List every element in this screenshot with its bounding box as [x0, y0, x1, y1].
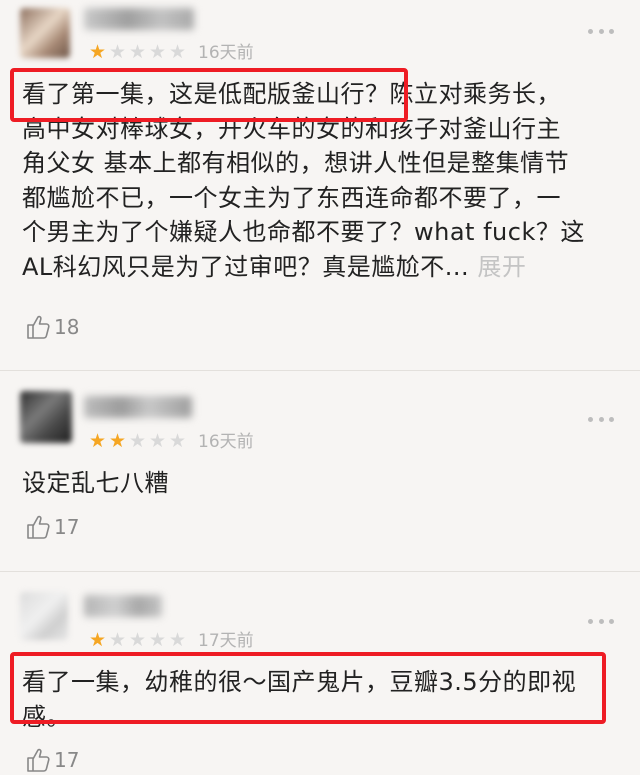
review-text-line: 设定乱七八糟: [22, 469, 169, 497]
star-empty-icon: ★: [168, 430, 187, 452]
star-filled-icon: ★: [88, 629, 107, 651]
review-card: ★ ★ ★ ★ ★ 16天前 设定乱七八糟 17: [0, 371, 640, 571]
username-blurred[interactable]: [84, 396, 192, 418]
star-rating: ★ ★ ★ ★ ★: [88, 630, 187, 650]
review-card: ★ ★ ★ ★ ★ 16天前 看了第一集，这是低配版釜山行？陈立对乘务长， 高中女对棒球…: [0, 0, 640, 370]
like-count: 17: [54, 748, 80, 772]
review-time: 17天前: [198, 631, 254, 651]
highlight-box: [10, 68, 408, 122]
thumbs-up-icon: [27, 515, 50, 539]
username-blurred[interactable]: [84, 595, 162, 617]
star-empty-icon: ★: [128, 41, 147, 63]
more-dots-icon[interactable]: [588, 26, 614, 36]
review-time: 16天前: [198, 43, 254, 63]
expand-link[interactable]: 展开: [477, 253, 526, 281]
like-count: 17: [54, 515, 80, 539]
star-empty-icon: ★: [148, 629, 167, 651]
star-empty-icon: ★: [168, 629, 187, 651]
star-rating: ★ ★ ★ ★ ★: [88, 42, 187, 62]
star-empty-icon: ★: [128, 629, 147, 651]
review-text-line: 角父女 基本上都有相似的，想讲人性但是整集情节: [22, 149, 570, 177]
star-filled-icon: ★: [88, 430, 107, 452]
star-filled-icon: ★: [108, 430, 127, 452]
like-button[interactable]: 17: [26, 745, 79, 775]
avatar[interactable]: [20, 391, 72, 443]
thumbs-up-icon: [27, 748, 50, 772]
avatar[interactable]: [20, 592, 68, 640]
thumbs-up-icon: [27, 315, 50, 339]
star-empty-icon: ★: [108, 629, 127, 651]
highlight-box: [10, 652, 606, 724]
more-dots-icon[interactable]: [588, 616, 614, 626]
review-card: ★ ★ ★ ★ ★ 17天前 看了一集，幼稚的很～国产鬼片，豆瓣3.5分的即视 感。 1…: [0, 572, 640, 772]
review-text-line: AL科幻风只是为了过审吧？真是尴尬不...: [22, 252, 470, 281]
star-empty-icon: ★: [148, 430, 167, 452]
review-text: 设定乱七八糟: [22, 466, 620, 501]
star-empty-icon: ★: [108, 41, 127, 63]
more-dots-icon[interactable]: [588, 414, 614, 424]
star-empty-icon: ★: [148, 41, 167, 63]
review-text-line: 个男主为了个嫌疑人也命都不要了？what fuck？这: [22, 218, 585, 246]
avatar[interactable]: [20, 8, 70, 58]
like-button[interactable]: 17: [26, 512, 79, 542]
star-empty-icon: ★: [168, 41, 187, 63]
star-empty-icon: ★: [128, 430, 147, 452]
like-count: 18: [54, 315, 80, 339]
star-filled-icon: ★: [88, 41, 107, 63]
username-blurred[interactable]: [84, 8, 194, 30]
review-time: 16天前: [198, 432, 254, 452]
like-button[interactable]: 18: [26, 312, 79, 342]
star-rating: ★ ★ ★ ★ ★: [88, 431, 187, 451]
review-text-line: 都尴尬不已，一个女主为了东西连命都不要了，一: [22, 183, 561, 212]
